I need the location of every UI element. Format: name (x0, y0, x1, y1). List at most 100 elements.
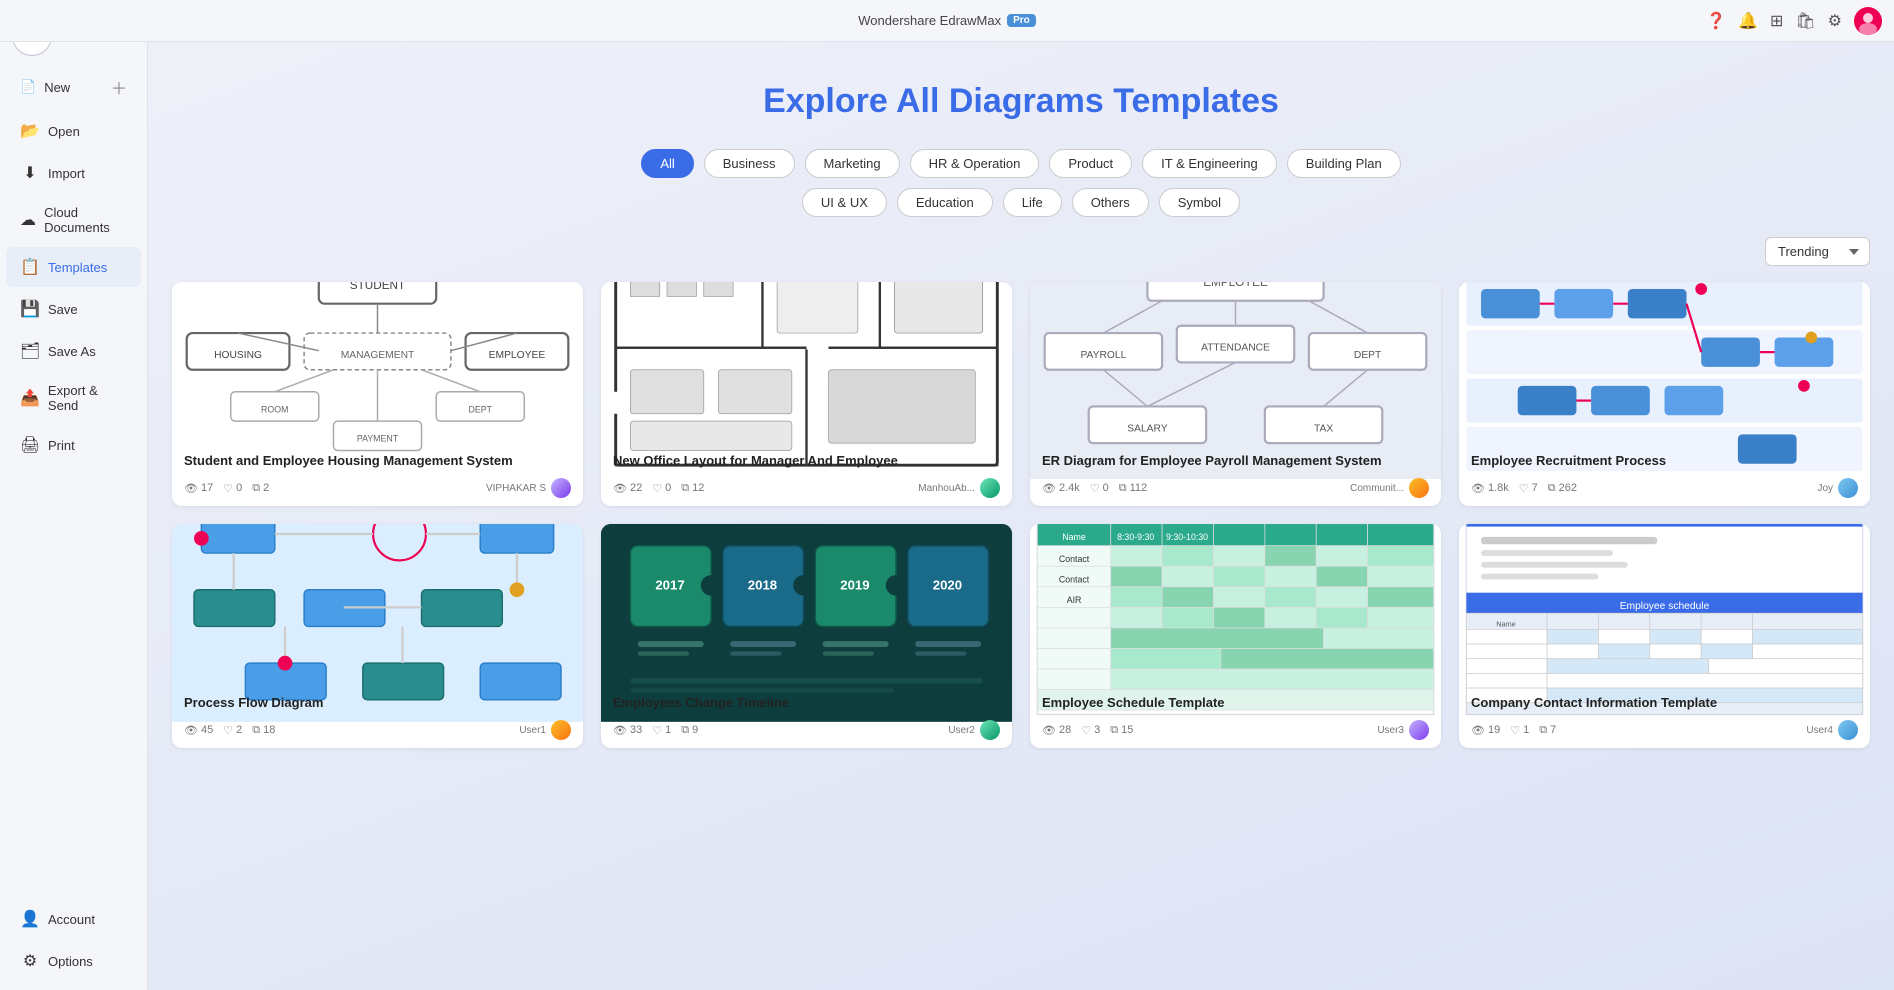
likes-stat: ♡ 0 (652, 482, 671, 495)
sidebar-item-cloud[interactable]: ☁ Cloud Documents (6, 195, 141, 245)
template-card[interactable]: Employees Change Timeline 2017 2018 2019… (601, 524, 1012, 748)
copies-stat: ⧉ 15 (1110, 724, 1133, 737)
print-icon: 🖨 (20, 435, 40, 455)
template-card[interactable]: EMPLOYEE PAYROLL DEPT ATTENDANCE SALARY … (1030, 282, 1441, 506)
filter-it-engineering[interactable]: IT & Engineering (1142, 149, 1277, 178)
card-meta: 👁 28 ♡ 3 ⧉ 15 User3 (1042, 720, 1429, 740)
sidebar-item-options[interactable]: ⚙ Options (6, 941, 141, 981)
main-content: Explore All Diagrams Templates All Busin… (148, 42, 1894, 990)
template-card[interactable]: Employee schedule Name 8:30-9:30 9:30-10… (1030, 524, 1441, 748)
card-meta: 👁 45 ♡ 2 ⧉ 18 User1 (184, 720, 571, 740)
svg-text:STUDENT: STUDENT (350, 282, 405, 292)
help-icon[interactable]: ❓ (1706, 11, 1726, 31)
template-card[interactable]: EMPLOYEE RECRUITMENT PROCESS (1459, 282, 1870, 506)
author-avatar (551, 720, 571, 740)
sidebar-open-label: Open (48, 124, 80, 139)
sidebar-cloud-label: Cloud Documents (44, 205, 127, 235)
card-stats: 👁 1.8k ♡ 7 ⧉ 262 (1471, 482, 1577, 495)
template-grid: STUDENT HOUSING EMPLOYEE MANAGEMENT ROOM… (172, 282, 1870, 748)
sidebar-item-saveas[interactable]: 🗂 Save As (6, 331, 141, 371)
card-author: ManhouAb... (918, 478, 1000, 498)
copies-stat: ⧉ 18 (252, 724, 275, 737)
author-avatar (980, 478, 1000, 498)
svg-text:2018: 2018 (748, 578, 777, 593)
sidebar-item-open[interactable]: 📂 Open (6, 111, 141, 151)
svg-text:PAYMENT: PAYMENT (357, 433, 399, 443)
sidebar-export-label: Export & Send (48, 383, 127, 413)
author-avatar (1838, 478, 1858, 498)
svg-text:2020: 2020 (933, 578, 962, 593)
card-stats: 👁 19 ♡ 1 ⧉ 7 (1471, 724, 1556, 737)
svg-text:EMPLOYEE: EMPLOYEE (489, 350, 546, 361)
options-icon: ⚙ (20, 951, 40, 971)
views-stat: 👁 19 (1471, 724, 1500, 737)
sidebar-item-import[interactable]: ⬇ Import (6, 153, 141, 193)
author-avatar (1838, 720, 1858, 740)
svg-text:2017: 2017 (655, 578, 684, 593)
user-avatar[interactable] (1854, 7, 1882, 35)
pro-badge: Pro (1007, 14, 1036, 27)
svg-text:Contact: Contact (1059, 554, 1090, 564)
sidebar-item-account[interactable]: 👤 Account (6, 899, 141, 939)
template-card[interactable]: STUDENT HOUSING EMPLOYEE MANAGEMENT ROOM… (172, 282, 583, 506)
template-thumbnail: Employee schedule Name 8:30-9:30 9:30-10… (1030, 524, 1441, 684)
sidebar-templates-label: Templates (48, 260, 107, 275)
sidebar-item-new[interactable]: 📄 New ＋ (6, 65, 141, 109)
settings-icon[interactable]: ⚙ (1828, 11, 1842, 31)
sidebar-save-label: Save (48, 302, 78, 317)
filter-building-plan[interactable]: Building Plan (1287, 149, 1401, 178)
sort-dropdown[interactable]: Trending Newest Most Used (1765, 237, 1870, 266)
svg-text:HOUSING: HOUSING (214, 350, 262, 361)
filter-hr-operation[interactable]: HR & Operation (910, 149, 1040, 178)
filter-marketing[interactable]: Marketing (805, 149, 900, 178)
copies-stat: ⧉ 262 (1548, 482, 1577, 495)
sidebar-options-label: Options (48, 954, 93, 969)
views-stat: 👁 2.4k (1042, 482, 1080, 495)
export-icon: 📤 (20, 388, 40, 408)
svg-text:AIR: AIR (1067, 595, 1082, 605)
svg-text:DEPT: DEPT (1354, 350, 1382, 361)
new-plus-icon[interactable]: ＋ (111, 75, 127, 99)
svg-text:Contact: Contact (1059, 574, 1090, 584)
template-card[interactable]: Process Flow Diagram 👁 45 ♡ 2 ⧉ 18 User1 (172, 524, 583, 748)
filter-symbol[interactable]: Symbol (1159, 188, 1240, 217)
copies-stat: ⧉ 9 (681, 724, 698, 737)
sidebar-item-print[interactable]: 🖨 Print (6, 425, 141, 465)
svg-text:ATTENDANCE: ATTENDANCE (1201, 342, 1270, 353)
card-author: User4 (1806, 720, 1858, 740)
sidebar-item-templates[interactable]: 📋 Templates (6, 247, 141, 287)
svg-text:TAX: TAX (1314, 423, 1333, 434)
card-meta: 👁 33 ♡ 1 ⧉ 9 User2 (613, 720, 1000, 740)
card-meta: 👁 17 ♡ 0 ⧉ 2 VIPHAKAR S (184, 478, 571, 498)
card-stats: 👁 22 ♡ 0 ⧉ 12 (613, 482, 704, 495)
template-card[interactable]: New Office Layout for Manager And Employ… (601, 282, 1012, 506)
sidebar-account-label: Account (48, 912, 95, 927)
sidebar-item-export[interactable]: 📤 Export & Send (6, 373, 141, 423)
svg-text:PAYROLL: PAYROLL (1080, 350, 1126, 361)
filter-all[interactable]: All (641, 149, 693, 178)
filter-education[interactable]: Education (897, 188, 993, 217)
likes-stat: ♡ 0 (223, 482, 242, 495)
cloud-icon: ☁ (20, 210, 36, 230)
likes-stat: ♡ 0 (1090, 482, 1109, 495)
template-thumbnail: Employees Change Timeline 2017 2018 2019… (601, 524, 1012, 684)
likes-stat: ♡ 2 (223, 724, 242, 737)
filter-others[interactable]: Others (1072, 188, 1149, 217)
import-icon: ⬇ (20, 163, 40, 183)
filter-business[interactable]: Business (704, 149, 795, 178)
copies-stat: ⧉ 7 (1539, 724, 1556, 737)
sidebar-item-save[interactable]: 💾 Save (6, 289, 141, 329)
store-icon[interactable]: 🛍 (1795, 11, 1815, 31)
open-icon: 📂 (20, 121, 40, 141)
sidebar: ← 📄 New ＋ 📂 Open ⬇ Import ☁ Cloud Docume… (0, 0, 148, 990)
filter-product[interactable]: Product (1049, 149, 1132, 178)
apps-icon[interactable]: ⊞ (1770, 11, 1783, 31)
app-title: Wondershare EdrawMax Pro (858, 13, 1036, 28)
filter-ui-ux[interactable]: UI & UX (802, 188, 887, 217)
filter-life[interactable]: Life (1003, 188, 1062, 217)
card-author: Communit... (1350, 478, 1429, 498)
notification-icon[interactable]: 🔔 (1738, 11, 1758, 31)
card-meta: 👁 19 ♡ 1 ⧉ 7 User4 (1471, 720, 1858, 740)
views-stat: 👁 45 (184, 724, 213, 737)
template-card[interactable]: Company Name Employee schedule Name (1459, 524, 1870, 748)
